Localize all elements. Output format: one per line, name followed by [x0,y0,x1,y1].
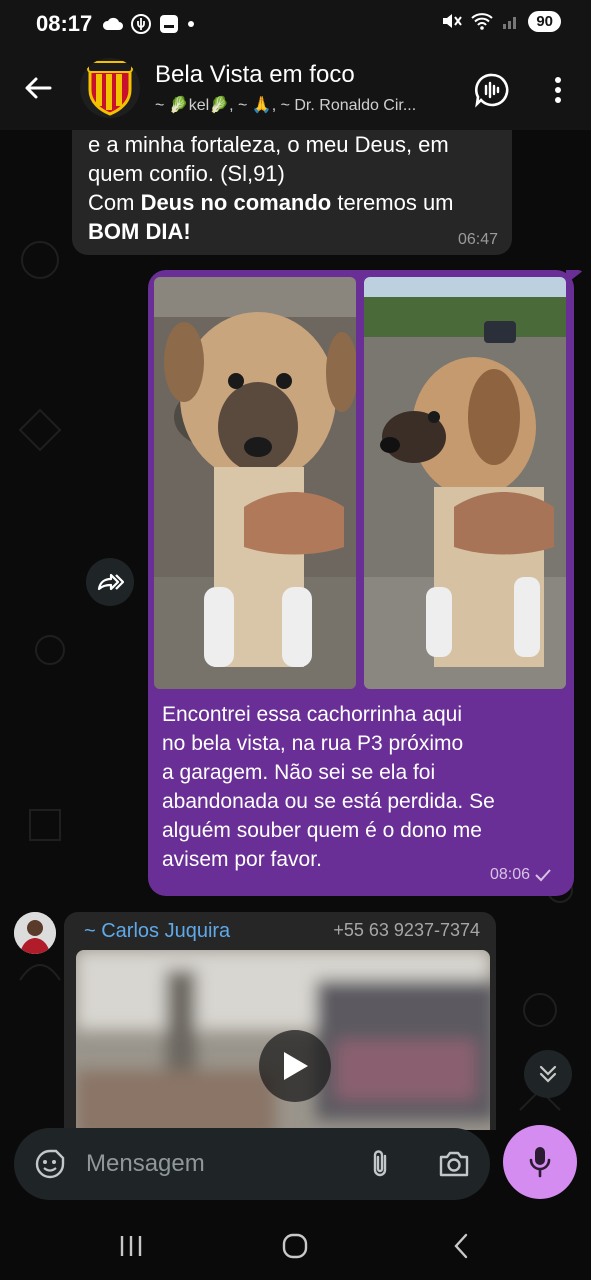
message-time: 08:06 [489,866,530,883]
caption-line: abandonada ou se está perdida. Se [162,790,495,813]
group-avatar[interactable] [80,58,140,118]
camera-icon [439,1151,469,1177]
photo-puppy-side[interactable] [364,277,566,689]
message-time: 06:47 [457,231,498,248]
message-text-line: Com Deus no comando teremos um [88,188,496,217]
photo-puppy-front[interactable] [154,277,356,689]
incoming-video-bubble[interactable]: ~ Carlos Juquira +55 63 9237-7374 [64,912,496,1130]
more-options-button[interactable] [540,70,576,110]
sender-avatar[interactable] [14,912,56,954]
outgoing-message-bubble[interactable]: Encontrei essa cachorrinha aqui no bela … [148,270,574,896]
forward-icon [97,573,124,591]
home-button[interactable] [270,1226,320,1266]
message-text-line: quem confio. (Sl,91) [88,161,285,186]
caption-line: Encontrei essa cachorrinha aqui [162,703,463,726]
status-bar: 08:17 90 [0,0,591,50]
dot-icon [188,21,194,27]
recents-icon [120,1236,142,1256]
cloud-icon [102,17,123,30]
forward-button[interactable] [86,558,134,606]
message-text-line: BOM DIA! [88,217,496,246]
attach-button[interactable] [362,1146,398,1182]
voice-chat-icon [474,73,509,108]
back-button[interactable] [20,70,56,106]
incoming-message-bubble[interactable]: e a minha fortaleza, o meu Deus, em quem… [72,130,512,255]
app-notification-icon [131,14,151,34]
message-input[interactable] [86,1142,346,1186]
puppy-photo-image [364,277,566,689]
chevron-double-down-icon [539,1065,557,1083]
message-input-bar [14,1128,490,1200]
camera-button[interactable] [434,1146,474,1182]
video-thumbnail[interactable] [76,950,490,1130]
group-title[interactable]: Bela Vista em foco [155,61,355,89]
puppy-photo-image [154,277,356,689]
more-vertical-icon [555,77,561,103]
sender-phone: +55 63 9237-7374 [333,920,480,940]
voice-record-button[interactable] [503,1125,577,1199]
wifi-icon [471,13,493,30]
signal-icon [503,17,517,29]
sender-name[interactable]: ~ Carlos Juquira [84,920,230,943]
emoji-button[interactable] [32,1146,68,1182]
chat-app-icon [160,15,178,33]
message-status: 08:06 [490,866,552,884]
system-back-button[interactable] [436,1226,486,1266]
chevron-left-icon [454,1233,468,1259]
status-time: 08:17 [36,11,93,36]
voice-chat-button[interactable] [472,70,512,110]
mute-icon [443,14,463,28]
message-text-fragment: teremos um [331,190,454,215]
home-icon [282,1233,308,1259]
play-button[interactable] [259,1030,331,1102]
message-text-fragment: Com [88,190,141,215]
system-nav-bar [0,1208,591,1280]
message-bold-text: BOM DIA! [88,219,191,244]
paperclip-icon [373,1150,387,1177]
photo-caption: Encontrei essa cachorrinha aqui no bela … [162,700,562,874]
avatar-image [14,912,56,954]
chat-area[interactable]: e a minha fortaleza, o meu Deus, em quem… [0,130,591,1130]
microphone-icon [529,1147,551,1178]
message-text-line: e a minha fortaleza, o meu Deus, em [88,132,449,157]
caption-line: a garagem. Não sei se ela foi [162,761,436,784]
message-bold-text: Deus no comando [140,190,332,215]
status-icons-right: 90 [440,10,561,32]
status-icons-left [102,13,196,35]
sticker-smile-icon [35,1149,65,1179]
caption-line: alguém souber quem é o dono me [162,819,482,842]
arrow-left-icon [25,77,52,99]
recents-button[interactable] [106,1226,156,1266]
group-members[interactable]: ~ 🥬kel🥬, ~ 🙏, ~ Dr. Ronaldo Cir... [155,95,455,115]
chat-header: Bela Vista em foco ~ 🥬kel🥬, ~ 🙏, ~ Dr. R… [0,50,591,130]
play-icon [284,1052,308,1080]
scroll-down-button[interactable] [524,1050,572,1098]
check-icon [535,869,551,882]
battery-level: 90 [528,10,561,32]
caption-line: no bela vista, na rua P3 próximo [162,732,464,755]
club-crest-icon [87,61,133,116]
